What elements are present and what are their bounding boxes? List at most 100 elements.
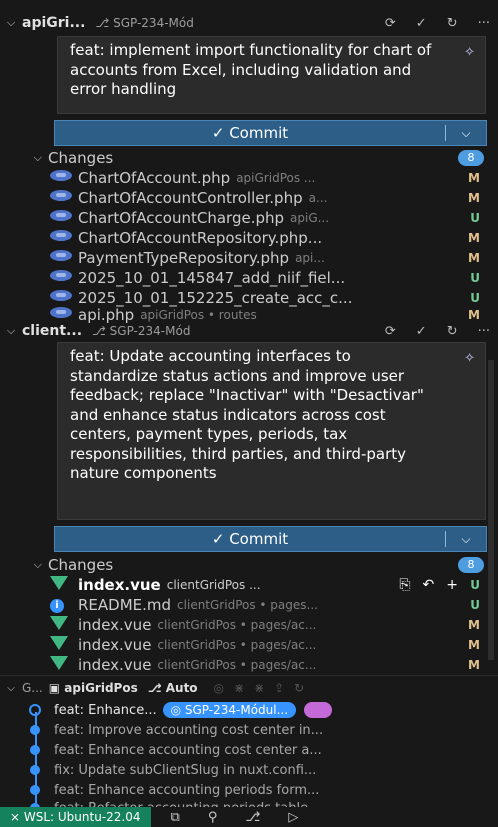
changes-header[interactable]: ⌵ Changes 8 [0,148,498,168]
commit-message[interactable]: feat: implement import functionality for… [70,41,440,100]
chevron-down-icon[interactable]: ⌵ [0,16,22,30]
commit-row[interactable]: fix: Update subClientSlug in nuxt.confi.… [0,760,498,780]
search-icon[interactable]: ⚲ [208,810,218,825]
file-row[interactable]: 2025_10_01_145847_add_niif_fiel... U [0,268,498,287]
file-status: U [470,597,480,612]
vue-file-icon [50,655,68,670]
repo-header-client[interactable]: ⌵ client... ⎇ SGP-234-Mód ⟳ ✓ ↻ ··· [0,318,498,344]
graph-branch-mode[interactable]: ⎇ Auto [148,681,198,695]
file-path: clientGridPos • pages/ac... [157,657,317,672]
file-row[interactable]: PaymentTypeRepository.php api... M [0,248,498,267]
sparkle-icon[interactable]: ✧ [464,351,475,366]
commit-row[interactable]: feat: Enhance accounting cost center a..… [0,740,498,760]
chevron-down-icon[interactable]: ⌵ [0,683,22,694]
commit-message-box[interactable]: feat: Update accounting interfaces to st… [57,342,486,520]
file-path: api... [295,250,325,265]
file-row[interactable]: index.vue clientGridPos ... ⎘ ↶ + U [0,575,498,594]
changes-header[interactable]: ⌵ Changes 8 [0,555,498,575]
file-row[interactable]: ChartOfAccountController.php a... M [0,188,498,207]
file-name: 2025_10_01_152225_create_acc_c... [78,288,353,307]
refresh-icon[interactable]: ↻ [447,16,458,31]
copy-icon[interactable]: ⧉ [171,810,180,825]
file-row[interactable]: index.vue clientGridPos • pages/ac... M [0,615,498,634]
commit-message: feat: Enhance... [54,702,157,718]
run-debug-icon[interactable]: ▷ [288,810,298,825]
chevron-down-icon[interactable]: ⌵ [0,324,22,338]
refresh-icon[interactable]: ↻ [447,324,458,339]
changes-label: Changes [48,556,114,574]
file-path: clientGridPos • pages/ac... [157,617,317,632]
branch-icon[interactable]: ⎇ [245,810,260,825]
file-name: ChartOfAccountCharge.php [78,208,285,227]
file-path: apiG... [290,210,330,225]
chevron-down-icon[interactable]: ⌵ [446,532,486,547]
chevron-down-icon[interactable]: ⌵ [446,126,486,141]
file-row[interactable]: ChartOfAccount.php apiGridPos ... M [0,168,498,187]
file-name: 2025_10_01_145847_add_niif_fiel... [78,268,346,287]
file-name: ChartOfAccountController.php [78,188,303,207]
file-name: PaymentTypeRepository.php [78,248,290,267]
file-row[interactable]: index.vue clientGridPos • pages/ac... M [0,635,498,654]
commit-button[interactable]: ✓ Commit [55,530,445,548]
file-row[interactable]: i README.md clientGridPos • pages... U [0,595,498,614]
file-status: U [470,210,480,225]
repo-actions: ⟳ ✓ ↻ ··· [385,16,490,31]
file-path: clientGridPos • pages... [177,597,318,612]
status-bar-icons: ⧉ ⚲ ⎇ ▷ [171,810,299,825]
graph-toolbar-icons[interactable]: ◎⋇⋇⇪↻ [214,681,315,695]
branch-label[interactable]: ⎇ SGP-234-Mód [95,16,193,30]
repo-name: apiGri... [22,15,86,31]
more-icon[interactable]: ··· [478,324,490,339]
graph-header[interactable]: ⌵ G... ▣ apiGridPos ⎇ Auto ◎⋇⋇⇪↻ [0,678,498,698]
scrollbar[interactable] [488,360,494,660]
graph-repo-selector[interactable]: ▣ apiGridPos [49,681,138,695]
commit-node-icon [30,725,40,735]
status-bar: ⨯ WSL: Ubuntu-22.04 ⧉ ⚲ ⎇ ▷ [0,807,498,827]
file-status: M [468,190,480,205]
file-status: M [468,617,480,632]
commit-row[interactable]: feat: Enhance... ◎ SGP-234-Módul... [0,700,498,720]
php-file-icon [50,210,72,221]
changes-count-badge: 8 [458,557,484,573]
changes-count-badge: 8 [458,150,484,166]
discard-icon[interactable]: ↶ [423,577,435,593]
commit-message[interactable]: feat: Update accounting interfaces to st… [70,347,440,484]
graph-title: G... [22,681,43,695]
file-row[interactable]: index.vue clientGridPos • pages/ac... M [0,655,498,674]
commit-message: fix: Update subClientSlug in nuxt.confi.… [54,762,317,778]
commit-row[interactable]: feat: Improve accounting cost center in.… [0,720,498,740]
commit-row[interactable]: feat: Enhance accounting periods form... [0,780,498,800]
file-row[interactable]: ChartOfAccountCharge.php apiG... U [0,208,498,227]
repo-name: client... [22,323,83,339]
file-row[interactable]: ChartOfAccountRepository.php... M [0,228,498,247]
repo-header-api[interactable]: ⌵ apiGri... ⎇ SGP-234-Mód ⟳ ✓ ↻ ··· [0,10,498,36]
cloud-icon [304,702,333,718]
vue-file-icon [50,615,68,630]
chevron-down-icon[interactable]: ⌵ [0,558,48,572]
php-file-icon [50,290,72,301]
commit-message-box[interactable]: feat: implement import functionality for… [57,36,486,114]
remote-indicator[interactable]: ⨯ WSL: Ubuntu-22.04 [0,807,151,827]
sync-icon[interactable]: ⟳ [385,16,396,31]
chevron-down-icon[interactable]: ⌵ [0,151,48,165]
file-name: index.vue [78,655,152,674]
branch-badge[interactable]: ◎ SGP-234-Módul... [162,702,297,718]
open-file-icon[interactable]: ⎘ [399,577,410,593]
stage-icon[interactable]: + [446,577,458,593]
vue-file-icon [50,635,68,650]
row-actions: ⎘ ↶ + [395,576,458,593]
commit-node-icon [30,745,40,755]
file-name: ChartOfAccount.php [78,168,231,187]
vue-file-icon [50,575,68,590]
sync-icon[interactable]: ⟳ [385,324,396,339]
php-file-icon [50,270,72,281]
commit-button[interactable]: ✓ Commit [55,124,445,142]
branch-label[interactable]: ⎇ SGP-234-Mód [92,324,190,338]
sparkle-icon[interactable]: ✧ [464,45,475,60]
check-icon[interactable]: ✓ [416,16,427,31]
file-status: U [470,290,480,305]
check-icon[interactable]: ✓ [416,324,427,339]
file-status: M [468,230,480,245]
php-file-icon [50,170,72,181]
more-icon[interactable]: ··· [478,16,490,31]
